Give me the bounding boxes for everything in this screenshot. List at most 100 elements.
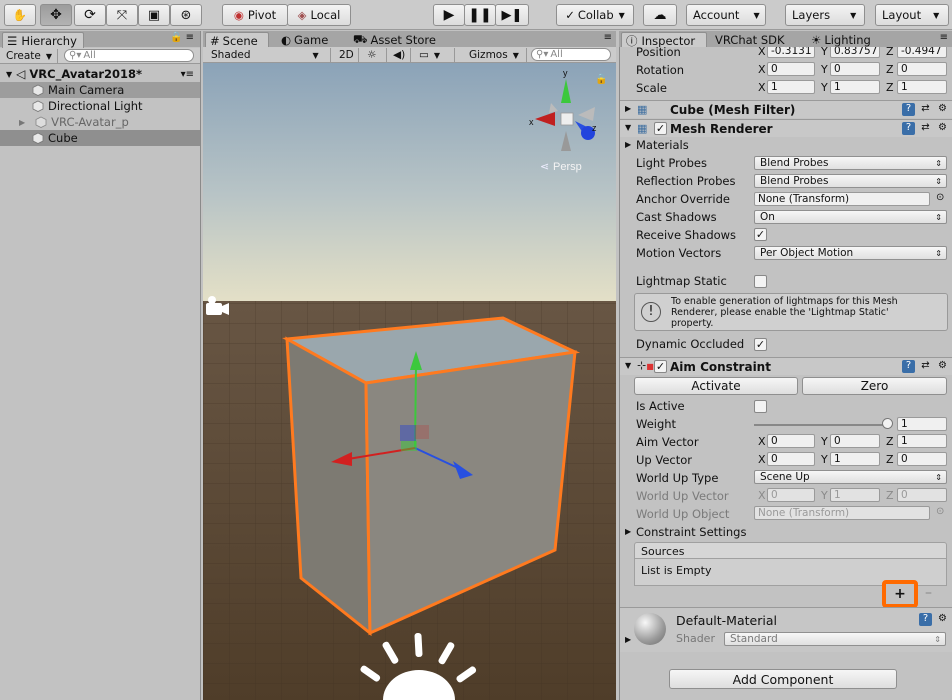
weight-field[interactable]: 1: [897, 417, 947, 431]
cloud-button[interactable]: ☁: [643, 4, 677, 26]
scale-z-field[interactable]: 1: [897, 80, 947, 94]
foldout-closed-icon[interactable]: ▶: [625, 140, 631, 149]
aim-vector-y-field[interactable]: 0: [830, 434, 880, 448]
preset-icon[interactable]: ⇄: [919, 122, 932, 135]
tab-hierarchy[interactable]: ☰ Hierarchy: [2, 32, 84, 48]
shader-dropdown[interactable]: Standard ⇕: [724, 632, 946, 646]
scale-x-field[interactable]: 1: [767, 80, 815, 94]
up-vector-x-field[interactable]: 0: [767, 452, 815, 466]
scale-y-field[interactable]: 1: [830, 80, 880, 94]
help-book-icon[interactable]: ?: [902, 103, 915, 116]
preset-icon[interactable]: ⇄: [919, 103, 932, 116]
rect-tool-button[interactable]: ▣: [138, 4, 170, 26]
transform-tool-button[interactable]: ⊛: [170, 4, 202, 26]
gear-icon[interactable]: ⚙: [936, 613, 949, 626]
position-x-field[interactable]: -0.3131: [767, 47, 815, 58]
mesh-filter-header[interactable]: ▶ ▦ Cube (Mesh Filter) ? ⇄ ⚙: [620, 100, 952, 118]
scene-search-input[interactable]: ⚲▾ All: [531, 48, 611, 61]
is-active-checkbox[interactable]: [754, 400, 767, 413]
zero-button[interactable]: Zero: [802, 377, 947, 395]
lighting-toggle[interactable]: ☼: [363, 48, 387, 62]
foldout-closed-icon[interactable]: ▶: [19, 118, 25, 127]
gear-icon[interactable]: ⚙: [936, 103, 949, 116]
materials-label[interactable]: Materials: [636, 138, 689, 152]
aim-constraint-enabled-checkbox[interactable]: ✓: [654, 360, 667, 373]
tab-inspector[interactable]: ⓘ Inspector: [621, 32, 707, 48]
cast-shadows-dropdown[interactable]: On ⇕: [754, 210, 947, 224]
scene-canvas[interactable]: x y z ⋖ Persp 🔒: [203, 63, 616, 700]
move-tool-button[interactable]: ✥: [40, 4, 72, 26]
receive-shadows-checkbox[interactable]: ✓: [754, 228, 767, 241]
gizmos-dropdown[interactable]: Gizmos ▼: [465, 48, 527, 62]
add-source-button[interactable]: +: [882, 580, 918, 608]
shading-mode-dropdown[interactable]: Shaded ▼: [207, 48, 331, 62]
mesh-renderer-enabled-checkbox[interactable]: ✓: [654, 122, 667, 135]
step-button[interactable]: ▶❚: [495, 4, 529, 26]
collab-dropdown[interactable]: ✓ Collab ▼: [556, 4, 634, 26]
hierarchy-search-input[interactable]: ⚲▾ All: [64, 49, 194, 62]
hierarchy-item-cube[interactable]: Cube: [0, 130, 200, 146]
rotation-z-field[interactable]: 0: [897, 62, 947, 76]
create-dropdown[interactable]: Create ▼: [2, 49, 58, 63]
rotation-y-field[interactable]: 0: [830, 62, 880, 76]
aim-vector-z-field[interactable]: 1: [897, 434, 947, 448]
layout-dropdown[interactable]: Layout ▼: [875, 4, 949, 26]
account-dropdown[interactable]: Account ▼: [686, 4, 766, 26]
panel-menu-icon[interactable]: ≡: [604, 32, 612, 43]
weight-slider-handle[interactable]: [882, 418, 893, 429]
scene-menu-icon[interactable]: ▾≡: [181, 69, 194, 80]
add-component-button[interactable]: Add Component: [669, 669, 897, 689]
scale-tool-button[interactable]: ⤧: [106, 4, 138, 26]
position-y-field[interactable]: 0.83757: [830, 47, 880, 58]
toggle-2d-button[interactable]: 2D: [335, 48, 359, 62]
tab-vrchat-sdk[interactable]: VRChat SDK: [711, 32, 805, 48]
remove-source-button[interactable]: –: [925, 585, 932, 601]
weight-slider-track[interactable]: [754, 424, 888, 426]
help-book-icon[interactable]: ?: [919, 613, 932, 626]
object-picker-icon[interactable]: ⊙: [936, 192, 944, 203]
world-up-type-dropdown[interactable]: Scene Up ⇕: [754, 470, 947, 484]
foldout-open-icon[interactable]: ▼: [625, 123, 631, 132]
help-book-icon[interactable]: ?: [902, 122, 915, 135]
pause-button[interactable]: ❚❚: [464, 4, 496, 26]
hierarchy-item-main-camera[interactable]: Main Camera: [0, 82, 200, 98]
foldout-closed-icon[interactable]: ▶: [625, 635, 631, 644]
effects-dropdown[interactable]: ▭ ▼: [415, 48, 455, 62]
local-toggle[interactable]: ◈ Local: [287, 4, 351, 26]
persp-label[interactable]: Persp: [553, 161, 582, 173]
panel-menu-icon[interactable]: 🔒 ≡: [170, 32, 194, 43]
gear-icon[interactable]: ⚙: [936, 122, 949, 135]
light-probes-dropdown[interactable]: Blend Probes ⇕: [754, 156, 947, 170]
hierarchy-item-directional-light[interactable]: Directional Light: [0, 98, 200, 114]
pivot-toggle[interactable]: ◉ Pivot: [222, 4, 288, 26]
aim-vector-x-field[interactable]: 0: [767, 434, 815, 448]
reflection-probes-dropdown[interactable]: Blend Probes ⇕: [754, 174, 947, 188]
position-z-field[interactable]: -0.4947: [897, 47, 947, 58]
tab-asset-store[interactable]: ⛟ Asset Store: [349, 32, 443, 48]
rotate-tool-button[interactable]: ⟳: [74, 4, 106, 26]
anchor-override-field[interactable]: None (Transform): [754, 192, 930, 206]
preset-icon[interactable]: ⇄: [919, 360, 932, 373]
motion-vectors-dropdown[interactable]: Per Object Motion ⇕: [754, 246, 947, 260]
play-button[interactable]: ▶: [433, 4, 465, 26]
dynamic-occluded-checkbox[interactable]: ✓: [754, 338, 767, 351]
foldout-closed-icon[interactable]: ▶: [625, 527, 631, 536]
mesh-renderer-header[interactable]: ▼ ▦ ✓ Mesh Renderer ? ⇄ ⚙: [620, 119, 952, 137]
scene-viewport[interactable]: x y z ⋖ Persp 🔒: [203, 63, 616, 700]
tab-scene[interactable]: # Scene: [205, 32, 269, 48]
hand-tool-button[interactable]: ✋: [4, 4, 36, 26]
constraint-settings-foldout[interactable]: Constraint Settings: [636, 525, 746, 539]
audio-toggle[interactable]: ◀): [389, 48, 411, 62]
tab-lighting[interactable]: ☀ Lighting: [807, 32, 887, 48]
hierarchy-item-vrc-avatar[interactable]: ▶ VRC-Avatar_p: [0, 114, 200, 130]
foldout-open-icon[interactable]: ▼: [625, 361, 631, 370]
panel-menu-icon[interactable]: ≡: [940, 32, 948, 43]
aim-constraint-header[interactable]: ▼ ⊹■ ✓ Aim Constraint ? ⇄ ⚙: [620, 357, 952, 375]
layers-dropdown[interactable]: Layers ▼: [785, 4, 865, 26]
gear-icon[interactable]: ⚙: [936, 360, 949, 373]
help-book-icon[interactable]: ?: [902, 360, 915, 373]
activate-button[interactable]: Activate: [634, 377, 798, 395]
rotation-x-field[interactable]: 0: [767, 62, 815, 76]
up-vector-y-field[interactable]: 1: [830, 452, 880, 466]
tab-game[interactable]: ◐ Game: [277, 32, 347, 48]
